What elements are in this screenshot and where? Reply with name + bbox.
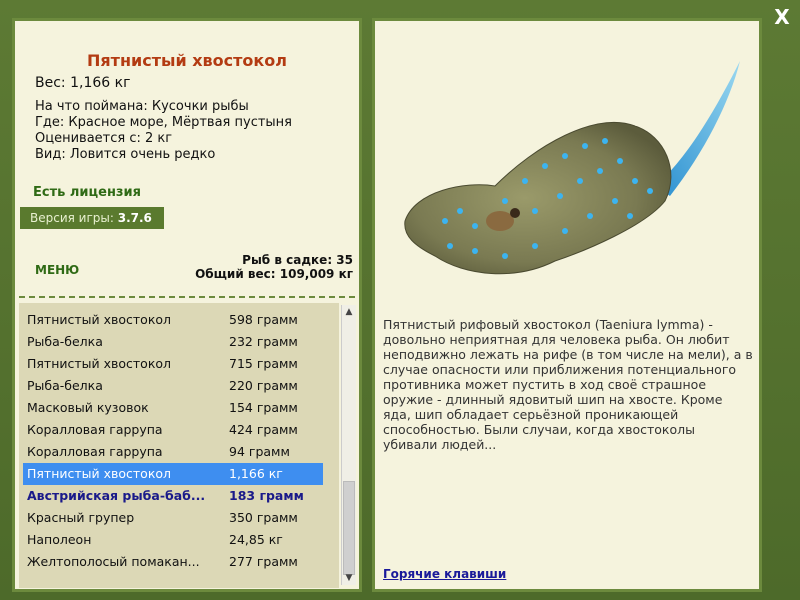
rarity: Вид: Ловится очень редко <box>35 147 216 162</box>
fish-title: Пятнистый хвостокол <box>87 51 287 70</box>
list-item-selected[interactable]: Пятнистый хвостокол 1,166 кг <box>23 463 323 485</box>
catch-stats: Рыб в садке: 35 Общий вес: 109,009 кг <box>195 253 353 281</box>
list-item[interactable]: Рыба-белка 220 грамм <box>23 375 323 397</box>
fish-weight: Вес: 1,166 кг <box>35 75 131 91</box>
list-item[interactable]: Коралловая гаррупа 424 грамм <box>23 419 323 441</box>
close-button[interactable]: X <box>770 6 794 28</box>
divider <box>19 296 355 298</box>
version-label: Версия игры: <box>30 211 114 225</box>
list-scrollbar[interactable]: ▲ ▼ <box>341 305 356 585</box>
fish-preview-panel: Пятнистый рифовый хвостокол (Taeniura ly… <box>372 18 762 592</box>
fish-info-panel: Пятнистый хвостокол Вес: 1,166 кг На что… <box>12 18 362 592</box>
list-item[interactable]: Наполеон 24,85 кг <box>23 529 323 551</box>
list-item[interactable]: Масковый кузовок 154 грамм <box>23 397 323 419</box>
list-item[interactable]: Желтополосый помакан... 277 грамм <box>23 551 323 573</box>
list-item[interactable]: Пятнистый хвостокол 715 грамм <box>23 353 323 375</box>
license-status: Есть лицензия <box>33 185 141 200</box>
list-item[interactable]: Пятнистый хвостокол 598 грамм <box>23 309 323 331</box>
list-item[interactable]: Красный групер 350 грамм <box>23 507 323 529</box>
fish-count: Рыб в садке: 35 <box>242 253 353 267</box>
list-item[interactable]: Рыба-белка 232 грамм <box>23 331 323 353</box>
scroll-down-icon[interactable]: ▼ <box>342 571 356 585</box>
hotkeys-link[interactable]: Горячие клавиши <box>383 567 506 581</box>
scroll-thumb[interactable] <box>343 481 355 575</box>
game-window: X Пятнистый хвостокол Вес: 1,166 кг На ч… <box>0 0 800 600</box>
list-item[interactable]: Коралловая гаррупа 94 грамм <box>23 441 323 463</box>
fish-details: На что поймана: Кусочки рыбы Где: Красно… <box>35 99 292 163</box>
version-bar: Версия игры: 3.7.6 <box>20 207 164 229</box>
menu-button[interactable]: МЕНЮ <box>35 263 79 277</box>
caught-with: На что поймана: Кусочки рыбы <box>35 99 249 114</box>
valued-from: Оценивается с: 2 кг <box>35 131 173 146</box>
stingray-image <box>404 61 740 275</box>
location: Где: Красное море, Мёртвая пустыня <box>35 115 292 130</box>
total-weight: Общий вес: 109,009 кг <box>195 267 353 281</box>
list-item-highlighted[interactable]: Австрийская рыба-баб... 183 грамм <box>23 485 323 507</box>
scroll-up-icon[interactable]: ▲ <box>342 305 356 319</box>
version-value: 3.7.6 <box>117 211 152 225</box>
catch-list[interactable]: Пятнистый хвостокол 598 грамм Рыба-белка 2… <box>19 303 339 588</box>
fish-description: Пятнистый рифовый хвостокол (Taeniura ly… <box>383 317 753 452</box>
